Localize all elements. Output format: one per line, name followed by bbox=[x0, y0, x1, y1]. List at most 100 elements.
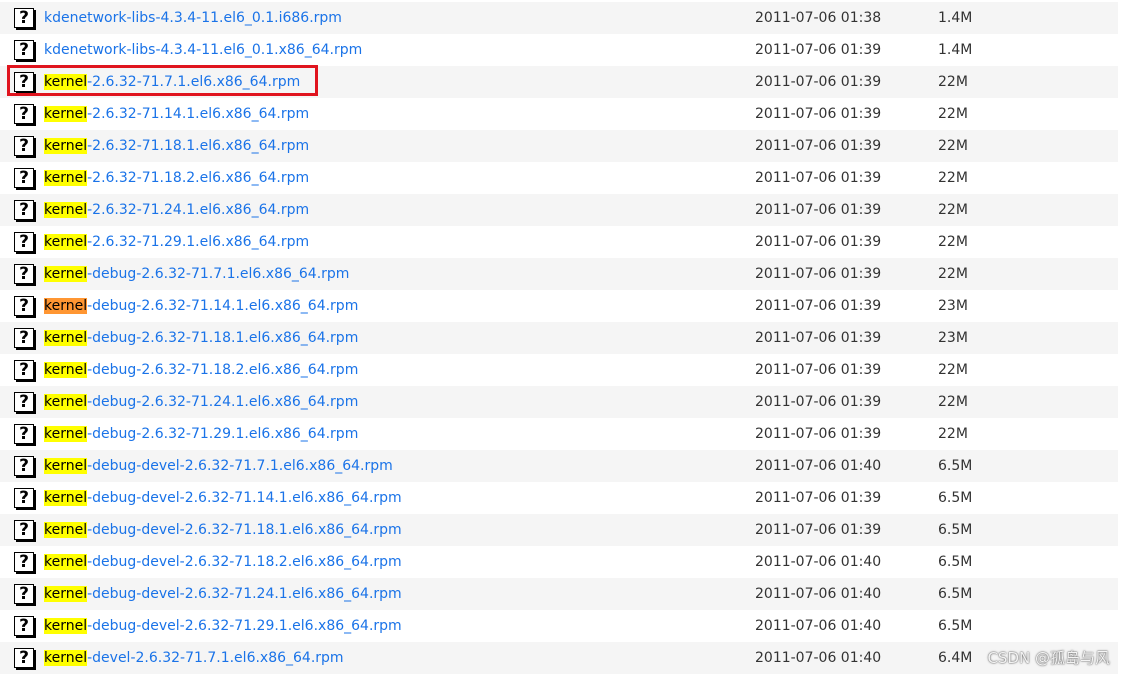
file-link[interactable]: kdenetwork-libs-4.3.4-11.el6_0.1.x86_64.… bbox=[44, 41, 362, 59]
search-highlight: kernel bbox=[44, 586, 88, 602]
file-link[interactable]: kernel-debug-2.6.32-71.7.1.el6.x86_64.rp… bbox=[44, 265, 349, 283]
file-size: 22M bbox=[938, 170, 968, 186]
file-link[interactable]: kernel-debug-devel-2.6.32-71.29.1.el6.x8… bbox=[44, 617, 402, 635]
search-highlight: kernel bbox=[44, 234, 88, 250]
search-highlight: kernel bbox=[44, 138, 88, 154]
file-link[interactable]: kernel-debug-2.6.32-71.29.1.el6.x86_64.r… bbox=[44, 425, 358, 443]
file-size: 6.5M bbox=[938, 618, 973, 634]
file-size: 22M bbox=[938, 362, 968, 378]
file-size: 22M bbox=[938, 234, 968, 250]
unknown-file-icon: ? bbox=[14, 264, 34, 284]
file-size: 1.4M bbox=[938, 10, 973, 26]
file-row: ? kernel-debug-devel-2.6.32-71.7.1.el6.x8… bbox=[0, 450, 1118, 482]
file-link[interactable]: kernel-2.6.32-71.24.1.el6.x86_64.rpm bbox=[44, 201, 309, 219]
file-row: ? kernel-debug-2.6.32-71.24.1.el6.x86_64.… bbox=[0, 386, 1118, 418]
file-date: 2011-07-06 01:39 bbox=[755, 490, 882, 506]
file-date: 2011-07-06 01:39 bbox=[755, 362, 882, 378]
file-size: 22M bbox=[938, 106, 968, 122]
file-date: 2011-07-06 01:39 bbox=[755, 298, 882, 314]
file-link[interactable]: kdenetwork-libs-4.3.4-11.el6_0.1.i686.rp… bbox=[44, 9, 342, 27]
file-date: 2011-07-06 01:39 bbox=[755, 42, 882, 58]
file-date: 2011-07-06 01:39 bbox=[755, 74, 882, 90]
file-row: ? kernel-debug-devel-2.6.32-71.14.1.el6.x… bbox=[0, 482, 1118, 514]
unknown-file-icon: ? bbox=[14, 104, 34, 124]
file-row: ? kernel-debug-devel-2.6.32-71.29.1.el6.x… bbox=[0, 610, 1118, 642]
file-row: ? kernel-2.6.32-71.14.1.el6.x86_64.rpm 201… bbox=[0, 98, 1118, 130]
file-link[interactable]: kernel-2.6.32-71.18.2.el6.x86_64.rpm bbox=[44, 169, 309, 187]
file-row: ? kernel-debug-devel-2.6.32-71.24.1.el6.x… bbox=[0, 578, 1118, 610]
search-highlight: kernel bbox=[44, 458, 88, 474]
file-size: 6.5M bbox=[938, 586, 973, 602]
search-highlight: kernel bbox=[44, 650, 88, 666]
file-size: 6.5M bbox=[938, 522, 973, 538]
file-link[interactable]: kernel-2.6.32-71.18.1.el6.x86_64.rpm bbox=[44, 137, 309, 155]
watermark: CSDN @孤岛与风 bbox=[987, 649, 1110, 667]
search-highlight: kernel bbox=[44, 106, 88, 122]
file-row: ? kernel-2.6.32-71.7.1.el6.x86_64.rpm 2011… bbox=[0, 66, 1118, 98]
unknown-file-icon: ? bbox=[14, 8, 34, 28]
file-date: 2011-07-06 01:39 bbox=[755, 426, 882, 442]
file-row: ? kernel-debug-2.6.32-71.18.2.el6.x86_64.… bbox=[0, 354, 1118, 386]
unknown-file-icon: ? bbox=[14, 456, 34, 476]
file-link[interactable]: kernel-debug-devel-2.6.32-71.14.1.el6.x8… bbox=[44, 489, 402, 507]
file-link[interactable]: kernel-debug-devel-2.6.32-71.18.2.el6.x8… bbox=[44, 553, 402, 571]
file-date: 2011-07-06 01:39 bbox=[755, 202, 882, 218]
file-row: ? kernel-debug-2.6.32-71.14.1.el6.x86_64.… bbox=[0, 290, 1118, 322]
file-size: 22M bbox=[938, 74, 968, 90]
file-date: 2011-07-06 01:39 bbox=[755, 330, 882, 346]
file-link[interactable]: kernel-2.6.32-71.7.1.el6.x86_64.rpm bbox=[44, 73, 300, 91]
unknown-file-icon: ? bbox=[14, 520, 34, 540]
search-highlight: kernel bbox=[44, 394, 88, 410]
file-link[interactable]: kernel-debug-devel-2.6.32-71.24.1.el6.x8… bbox=[44, 585, 402, 603]
file-date: 2011-07-06 01:39 bbox=[755, 138, 882, 154]
unknown-file-icon: ? bbox=[14, 232, 34, 252]
file-size: 1.4M bbox=[938, 42, 973, 58]
file-size: 23M bbox=[938, 330, 968, 346]
unknown-file-icon: ? bbox=[14, 552, 34, 572]
unknown-file-icon: ? bbox=[14, 616, 34, 636]
file-row: ? kdenetwork-libs-4.3.4-11.el6_0.1.x86_64… bbox=[0, 34, 1118, 66]
search-highlight: kernel bbox=[44, 490, 88, 506]
search-highlight: kernel bbox=[44, 170, 88, 186]
file-link[interactable]: kernel-debug-devel-2.6.32-71.18.1.el6.x8… bbox=[44, 521, 402, 539]
file-size: 22M bbox=[938, 138, 968, 154]
file-size: 6.5M bbox=[938, 458, 973, 474]
file-size: 22M bbox=[938, 266, 968, 282]
file-link[interactable]: kernel-2.6.32-71.29.1.el6.x86_64.rpm bbox=[44, 233, 309, 251]
file-date: 2011-07-06 01:40 bbox=[755, 554, 882, 570]
search-highlight: kernel bbox=[44, 330, 88, 346]
file-link[interactable]: kernel-debug-2.6.32-71.14.1.el6.x86_64.r… bbox=[44, 297, 358, 315]
unknown-file-icon: ? bbox=[14, 200, 34, 220]
file-link[interactable]: kernel-2.6.32-71.14.1.el6.x86_64.rpm bbox=[44, 105, 309, 123]
search-highlight: kernel bbox=[44, 522, 88, 538]
file-date: 2011-07-06 01:40 bbox=[755, 586, 882, 602]
file-row: ? kernel-2.6.32-71.24.1.el6.x86_64.rpm 201… bbox=[0, 194, 1118, 226]
unknown-file-icon: ? bbox=[14, 488, 34, 508]
search-highlight: kernel bbox=[44, 266, 88, 282]
search-highlight: kernel bbox=[44, 618, 88, 634]
file-link[interactable]: kernel-debug-2.6.32-71.18.1.el6.x86_64.r… bbox=[44, 329, 358, 347]
file-link[interactable]: kernel-debug-2.6.32-71.18.2.el6.x86_64.r… bbox=[44, 361, 358, 379]
file-size: 6.4M bbox=[938, 650, 973, 666]
search-highlight: kernel bbox=[44, 74, 88, 90]
search-highlight: kernel bbox=[44, 426, 88, 442]
file-row: ? kernel-2.6.32-71.29.1.el6.x86_64.rpm 201… bbox=[0, 226, 1118, 258]
file-row: ? kernel-devel-2.6.32-71.7.1.el6.x86_64.r… bbox=[0, 642, 1118, 674]
file-row: ? kernel-2.6.32-71.18.1.el6.x86_64.rpm 201… bbox=[0, 130, 1118, 162]
file-size: 6.5M bbox=[938, 490, 973, 506]
unknown-file-icon: ? bbox=[14, 584, 34, 604]
file-date: 2011-07-06 01:39 bbox=[755, 234, 882, 250]
unknown-file-icon: ? bbox=[14, 136, 34, 156]
file-date: 2011-07-06 01:40 bbox=[755, 458, 882, 474]
file-link[interactable]: kernel-devel-2.6.32-71.7.1.el6.x86_64.rp… bbox=[44, 649, 344, 667]
file-listing: ? kdenetwork-libs-4.3.4-11.el6_0.1.i686.r… bbox=[0, 2, 1118, 674]
unknown-file-icon: ? bbox=[14, 168, 34, 188]
file-size: 23M bbox=[938, 298, 968, 314]
file-size: 22M bbox=[938, 202, 968, 218]
file-row: ? kernel-debug-2.6.32-71.18.1.el6.x86_64.… bbox=[0, 322, 1118, 354]
search-highlight: kernel bbox=[44, 298, 88, 314]
file-link[interactable]: kernel-debug-devel-2.6.32-71.7.1.el6.x86… bbox=[44, 457, 393, 475]
file-link[interactable]: kernel-debug-2.6.32-71.24.1.el6.x86_64.r… bbox=[44, 393, 358, 411]
file-row: ? kernel-2.6.32-71.18.2.el6.x86_64.rpm 201… bbox=[0, 162, 1118, 194]
file-row: ? kernel-debug-2.6.32-71.29.1.el6.x86_64.… bbox=[0, 418, 1118, 450]
